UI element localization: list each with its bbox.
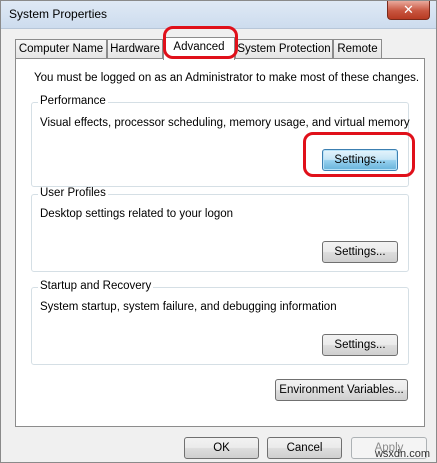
tab-computer-name[interactable]: Computer Name xyxy=(15,39,107,59)
performance-description: Visual effects, processor scheduling, me… xyxy=(40,117,410,129)
startup-recovery-description: System startup, system failure, and debu… xyxy=(40,301,337,313)
user-profiles-settings-button[interactable]: Settings... xyxy=(322,241,398,263)
ok-button[interactable]: OK xyxy=(184,437,259,459)
close-icon: ✕ xyxy=(403,2,414,17)
tab-label: Computer Name xyxy=(18,43,104,55)
window-title: System Properties xyxy=(9,7,108,21)
close-button[interactable]: ✕ xyxy=(387,1,430,20)
cancel-button[interactable]: Cancel xyxy=(267,437,342,459)
startup-recovery-settings-button[interactable]: Settings... xyxy=(322,334,398,356)
tab-system-protection[interactable]: System Protection xyxy=(235,39,333,59)
system-properties-window: System Properties ✕ Computer Name Hardwa… xyxy=(0,0,437,463)
user-profiles-group: User Profiles Desktop settings related t… xyxy=(31,187,409,272)
tab-advanced[interactable]: Advanced xyxy=(163,37,235,60)
user-profiles-description: Desktop settings related to your logon xyxy=(40,208,234,220)
performance-title: Performance xyxy=(38,95,108,107)
environment-variables-button[interactable]: Environment Variables... xyxy=(275,379,408,401)
tab-label: System Protection xyxy=(237,43,331,55)
title-bar[interactable]: System Properties ✕ xyxy=(1,1,436,29)
tab-label: Advanced xyxy=(173,41,225,53)
tab-strip: Computer Name Hardware Advanced System P… xyxy=(15,37,425,60)
tab-hardware[interactable]: Hardware xyxy=(107,39,163,59)
advanced-tab-panel: You must be logged on as an Administrato… xyxy=(15,58,425,427)
performance-group: Performance Visual effects, processor sc… xyxy=(31,95,410,187)
startup-recovery-title: Startup and Recovery xyxy=(38,280,154,292)
tab-remote[interactable]: Remote xyxy=(333,39,382,59)
tab-label: Hardware xyxy=(110,43,160,55)
startup-recovery-group: Startup and Recovery System startup, sys… xyxy=(31,280,409,365)
user-profiles-title: User Profiles xyxy=(38,187,108,199)
admin-notice: You must be logged on as an Administrato… xyxy=(34,72,420,84)
performance-settings-button[interactable]: Settings... xyxy=(322,149,398,171)
watermark: wsxdn.com xyxy=(374,448,430,460)
tab-label: Remote xyxy=(337,43,378,55)
